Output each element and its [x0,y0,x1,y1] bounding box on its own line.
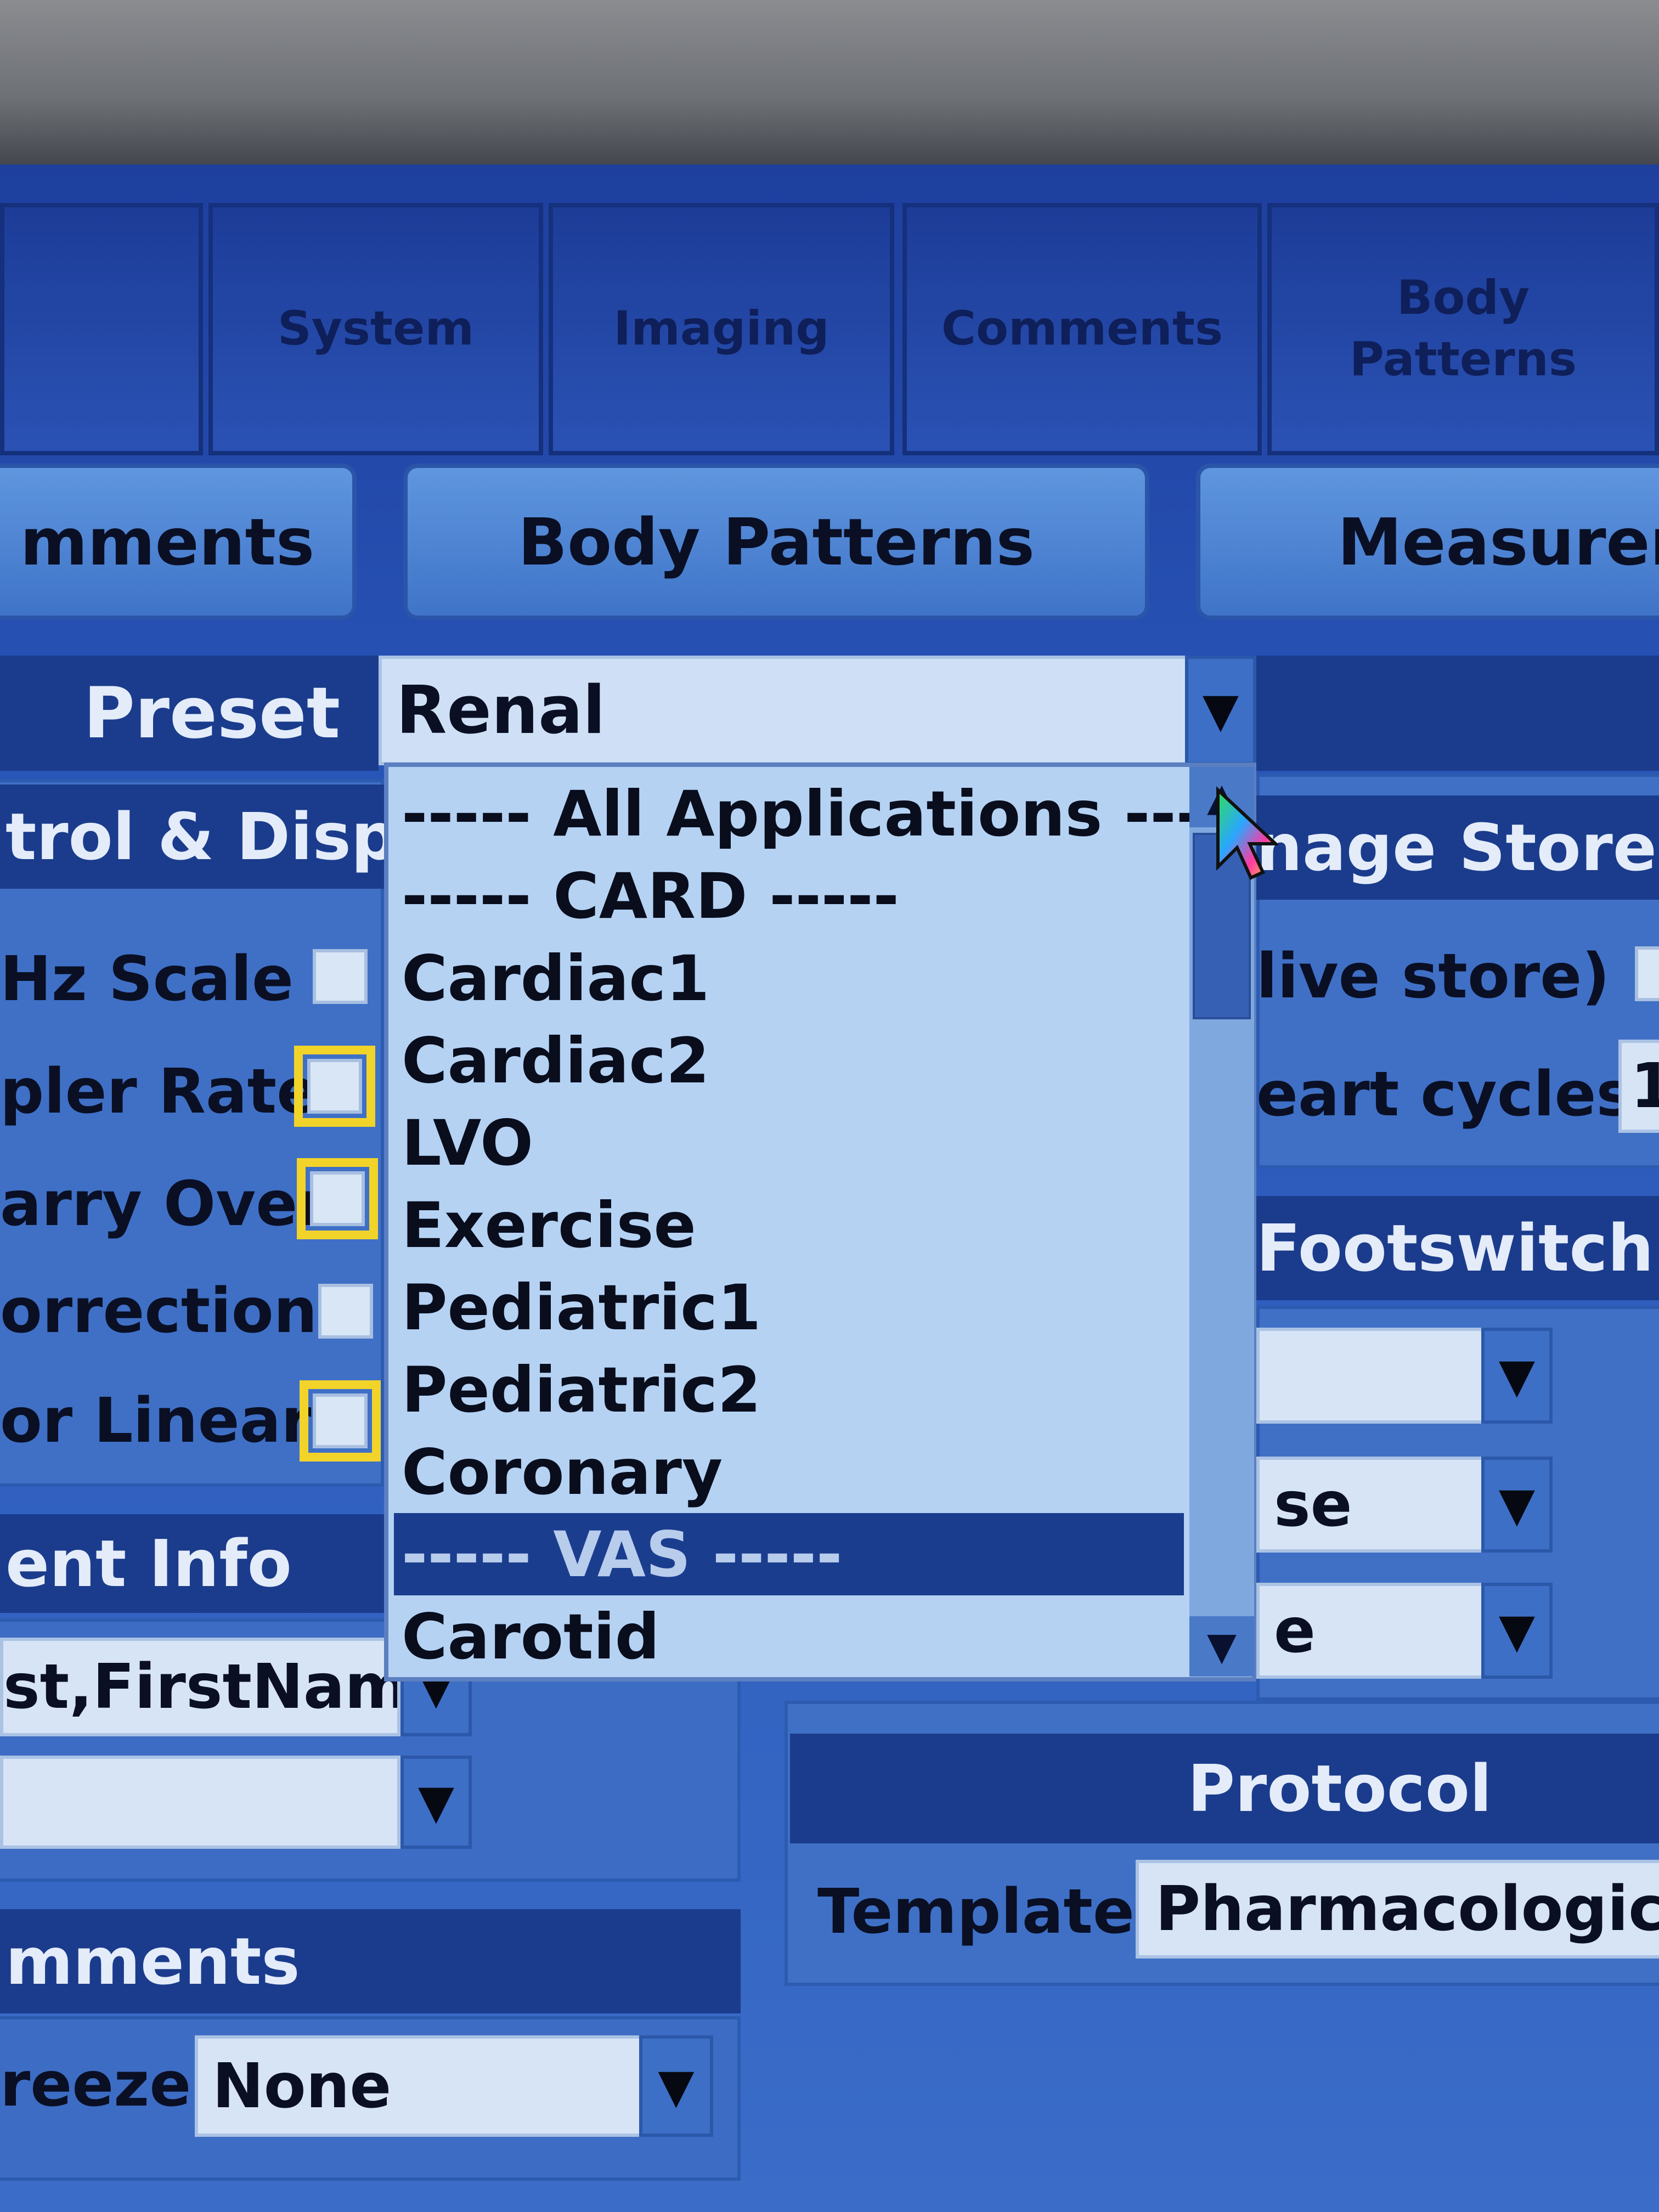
correction-checkbox[interactable] [318,1284,373,1339]
image-store-header: nage Store [1256,795,1659,900]
tab-imaging[interactable]: Imaging [549,203,894,455]
freeze-label: reeze [0,2049,191,2120]
preset-dropdown-button[interactable]: ▼ [1185,656,1256,765]
chevron-down-icon: ▼ [658,2058,695,2114]
patient-second-dropdown-button[interactable]: ▼ [400,1756,472,1849]
doppler-rate-label: pler Rate [0,1056,319,1127]
list-item[interactable]: Cardiac2 [394,1019,1184,1102]
triangle-down-icon: ▼ [1207,1624,1237,1669]
patient-second-combo[interactable] [0,1756,400,1849]
tab-partial-left[interactable] [0,203,203,455]
footswitch-dropdown-2[interactable]: ▼ [1481,1457,1553,1553]
live-store-label: live store) [1256,941,1610,1012]
list-item[interactable]: LVO [394,1102,1184,1184]
footswitch-dropdown-1[interactable]: ▼ [1481,1328,1553,1424]
footswitch-combo-1[interactable] [1256,1328,1487,1424]
heart-cycles-label: eart cycles [1256,1059,1633,1130]
doppler-rate-checkbox[interactable] [294,1046,375,1127]
tab-comments[interactable]: Comments [902,203,1262,455]
hz-scale-checkbox[interactable] [313,949,368,1004]
chevron-down-icon: ▼ [1498,1348,1536,1403]
template-label: Template [817,1876,1135,1948]
dropdown-scrollbar[interactable]: ▲ ▼ [1189,767,1254,1677]
correction-label: orrection [0,1276,318,1347]
carry-over-checkbox[interactable] [297,1158,378,1239]
chevron-down-icon: ▼ [417,1775,455,1830]
list-item[interactable]: Pediatric1 [394,1266,1184,1348]
subtab-measurements[interactable]: Measurem [1196,464,1659,620]
list-item[interactable]: Exercise [394,1184,1184,1266]
list-item-highlighted[interactable]: ----- VAS ----- [394,1513,1184,1595]
preset-label: Preset [0,656,379,771]
subtab-comments[interactable]: mments [0,464,357,620]
freeze-combo[interactable]: None [195,2035,645,2137]
linear-checkbox[interactable] [300,1380,381,1462]
hz-scale-label: Hz Scale [0,944,294,1015]
subtab-body-patterns[interactable]: Body Patterns [403,464,1149,620]
footswitch-combo-3[interactable]: e [1256,1583,1487,1679]
chevron-down-icon: ▼ [1498,1477,1536,1532]
list-item[interactable]: Carotid [394,1595,1184,1678]
heart-cycles-field[interactable]: 1 [1618,1040,1659,1133]
protocol-header: Protocol [790,1734,1659,1843]
monitor-bezel [0,0,1659,181]
chevron-down-icon: ▼ [1202,683,1239,738]
list-item[interactable]: ----- CARD ----- [394,855,1184,937]
list-item[interactable]: Coronary [394,1431,1184,1513]
linear-label: or Linear [0,1385,312,1457]
footswitch-combo-2[interactable]: se [1256,1457,1487,1553]
carry-over-label: arry Over [0,1169,328,1240]
comments-header: mments [0,1909,741,2013]
patient-info-header: ent Info [0,1514,384,1613]
scroll-down-button[interactable]: ▼ [1189,1616,1254,1677]
list-item[interactable]: Pediatric2 [394,1348,1184,1431]
list-item[interactable]: ----- All Applications ----- [394,772,1254,855]
mouse-cursor-icon [1216,786,1278,880]
footswitch-dropdown-3[interactable]: ▼ [1481,1583,1553,1679]
freeze-dropdown-button[interactable]: ▼ [639,2035,713,2137]
preset-dropdown-list[interactable]: ----- All Applications ----- ----- CARD … [384,763,1256,1681]
preset-combo[interactable]: Renal [379,656,1190,765]
footswitch-header: Footswitch [1256,1196,1659,1300]
tab-system[interactable]: System [208,203,543,455]
template-combo[interactable]: Pharmacologica [1136,1860,1659,1959]
patient-name-combo[interactable]: st,FirstName [0,1638,400,1736]
control-display-header: trol & Displa [0,785,384,889]
chevron-down-icon: ▼ [1498,1603,1536,1658]
preset-bar-right [1256,656,1659,771]
live-store-checkbox[interactable] [1635,946,1659,1001]
tab-body-patterns[interactable]: Body Patterns [1267,203,1659,455]
list-item[interactable]: Cardiac1 [394,937,1184,1019]
